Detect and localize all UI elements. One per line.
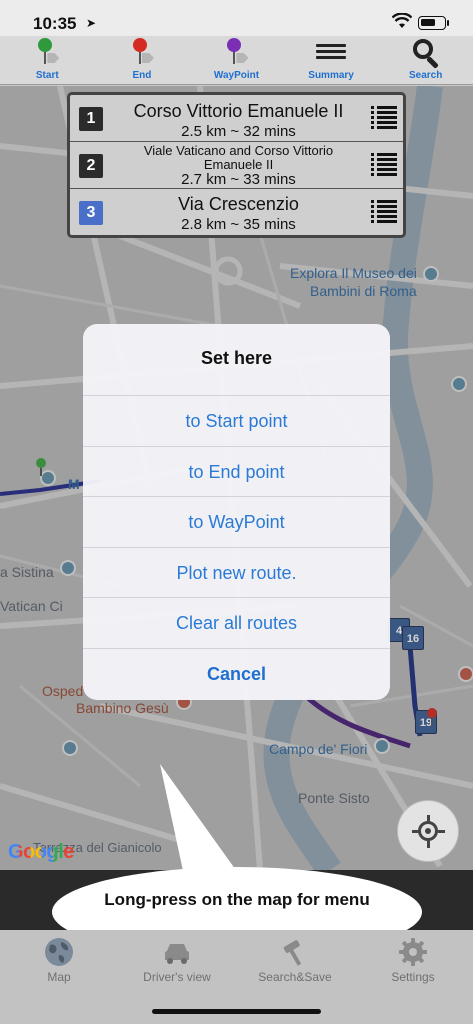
tab-settings[interactable]: Settings [354, 930, 472, 990]
route-row-1[interactable]: 1 Corso Vittorio Emanuele II 2.5 km ~ 32… [70, 95, 403, 142]
map-label-bambino: Bambino Gesù [76, 700, 169, 716]
red-pin-icon [130, 38, 154, 66]
clear-all-routes-button[interactable]: Clear all routes [83, 598, 390, 649]
map-label-sisto: Ponte Sisto [298, 790, 370, 806]
map-label-museum: Explora Il Museo dei [290, 265, 417, 281]
tab-map-label: Map [47, 970, 71, 984]
action-sheet-title: Set here [83, 324, 390, 396]
map-label-museum-2: Bambini di Roma [310, 283, 417, 299]
end-label: End [132, 70, 152, 81]
sistina-poi-icon [60, 560, 76, 576]
tab-settings-label: Settings [391, 970, 435, 984]
battery-nub [447, 20, 449, 26]
route-name: Corso Vittorio Emanuele II [133, 101, 344, 121]
map-label-vatican: Vatican Ci [0, 598, 63, 614]
set-here-action-sheet: Set here to Start point to End point to … [83, 324, 390, 700]
list-icon [316, 44, 347, 62]
museum-poi-icon [423, 266, 439, 282]
crosshair-dot [425, 828, 431, 834]
purple-pin-icon [224, 38, 249, 66]
tab-search-save-label: Search&Save [258, 970, 332, 984]
summary-button[interactable]: Summary [284, 36, 379, 84]
battery-icon [418, 16, 446, 30]
route-number-badge: 2 [79, 154, 103, 178]
route-row-3[interactable]: 3 Via Crescenzio 2.8 km ~ 35 mins [70, 189, 403, 236]
route-detail-list-icon[interactable] [371, 106, 397, 132]
location-arrow-icon: ➤ [86, 16, 97, 30]
map-label-sistina: a Sistina [0, 564, 54, 580]
route-number-badge: 1 [79, 107, 103, 131]
route-detail-list-icon[interactable] [371, 200, 397, 226]
summary-label: Summary [308, 70, 354, 81]
set-waypoint-button[interactable]: to WayPoint [83, 497, 390, 548]
plot-new-route-button[interactable]: Plot new route. [83, 548, 390, 599]
monument-poi-icon [451, 376, 467, 392]
search-icon [411, 38, 441, 69]
hammer-icon [283, 940, 302, 966]
route-number-badge: 3 [79, 201, 103, 225]
route-detail-list-icon[interactable] [371, 153, 397, 179]
route-name: Via Crescenzio [178, 194, 299, 214]
route-row-2[interactable]: 2 Viale Vaticano and Corso Vittorio Eman… [70, 142, 403, 189]
waypoint-label: WayPoint [213, 70, 260, 81]
map-label-campo: Campo de' Fiori [269, 741, 368, 757]
tab-drivers-view-label: Driver's view [143, 970, 211, 984]
cancel-button[interactable]: Cancel [83, 649, 390, 700]
status-bar: 10:35 ➤ [0, 0, 473, 36]
car-icon [165, 944, 189, 964]
start-marker-pin-icon [36, 458, 50, 478]
route-list-panel: 1 Corso Vittorio Emanuele II 2.5 km ~ 32… [67, 92, 406, 238]
google-logo: Google [8, 841, 74, 864]
set-start-point-button[interactable]: to Start point [83, 396, 390, 447]
globe-icon [45, 938, 73, 966]
route-name: Viale Vaticano and Corso Vittorio Emanue… [143, 143, 334, 172]
transit-poi-icon [62, 740, 78, 756]
campo-poi-icon [374, 738, 390, 754]
google-logo-text: Google [8, 841, 74, 863]
landmark-poi-icon [458, 666, 473, 682]
hint-text: Long-press on the map for menu [104, 890, 370, 909]
status-time: 10:35 [33, 14, 77, 33]
waypoint-button[interactable]: WayPoint [189, 36, 284, 84]
map-label-m: M [68, 476, 80, 492]
start-label: Start [35, 70, 59, 81]
tab-search-save[interactable]: Search&Save [236, 930, 354, 990]
green-pin-icon [35, 38, 60, 66]
set-end-point-button[interactable]: to End point [83, 447, 390, 498]
search-label: Search [408, 70, 443, 81]
tab-map[interactable]: Map [0, 930, 118, 990]
route-distance-time: 2.5 km ~ 32 mins [181, 123, 296, 140]
end-marker-pin-icon [427, 708, 441, 728]
gear-icon [399, 938, 427, 966]
route-marker-16[interactable]: 16 [402, 626, 424, 650]
home-indicator[interactable] [152, 1009, 321, 1014]
start-button[interactable]: Start [0, 36, 95, 84]
route-distance-time: 2.8 km ~ 35 mins [181, 216, 296, 233]
map-label-ospedale: Osped [42, 683, 84, 699]
route-distance-time: 2.7 km ~ 33 mins [181, 171, 296, 188]
tab-drivers-view[interactable]: Driver's view [118, 930, 236, 990]
top-toolbar: Start End WayPoint Summary Search [0, 36, 473, 85]
end-button[interactable]: End [95, 36, 190, 84]
my-location-button[interactable] [397, 800, 459, 862]
wifi-icon [392, 13, 412, 28]
search-button[interactable]: Search [378, 36, 473, 84]
